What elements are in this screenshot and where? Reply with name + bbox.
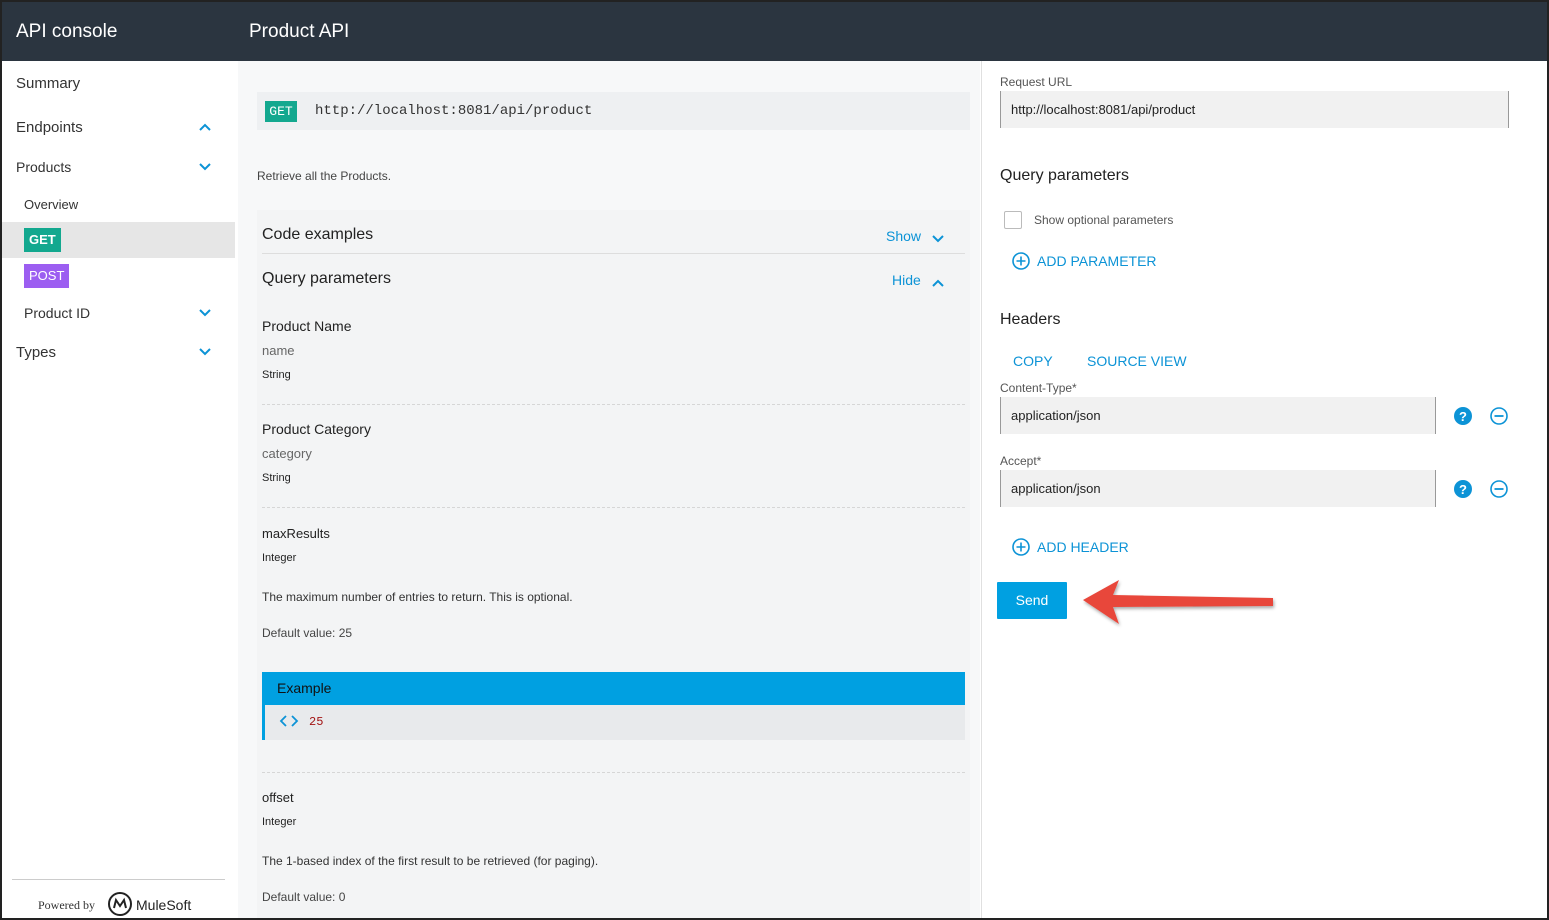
svg-text:?: ? — [1459, 482, 1467, 497]
param-type: Integer — [262, 552, 297, 564]
content-type-input[interactable]: application/json — [1000, 397, 1436, 434]
sidebar-item-label: Types — [16, 343, 57, 361]
method-badge: GET — [265, 101, 297, 122]
code-examples-header[interactable]: Code examples Show — [262, 210, 965, 254]
example-box: Example 25 — [262, 672, 965, 740]
param-type: String — [262, 472, 291, 484]
chevron-up-icon[interactable] — [932, 275, 944, 287]
remove-header-icon[interactable] — [1489, 479, 1509, 499]
sidebar-item-get[interactable]: GET — [2, 222, 235, 258]
get-method-badge: GET — [24, 228, 61, 252]
endpoint-description: Retrieve all the Products. — [257, 169, 392, 183]
sidebar-item-label: Summary — [16, 74, 81, 92]
sidebar-item-types[interactable]: Types — [2, 334, 235, 370]
divider — [262, 507, 965, 508]
sidebar-item-label: Endpoints — [16, 118, 83, 136]
details-panel: Code examples Show Query parameters Hide… — [257, 210, 970, 918]
example-code: 25 — [279, 714, 323, 730]
sidebar-item-post[interactable]: POST — [2, 258, 235, 294]
sidebar-item-product-id[interactable]: Product ID — [2, 295, 235, 331]
endpoint-url-box: GET http://localhost:8081/api/product — [257, 92, 970, 130]
query-parameters-title: Query parameters — [262, 270, 391, 287]
powered-by-label: Powered by — [38, 898, 95, 912]
source-view-button[interactable]: SOURCE VIEW — [1087, 353, 1187, 369]
help-icon[interactable]: ? — [1453, 406, 1473, 426]
param-default: Default value: 0 — [262, 890, 346, 904]
copy-button[interactable]: COPY — [1013, 353, 1053, 369]
param-name: maxResults — [262, 526, 330, 541]
header-name-label: Accept* — [1000, 454, 1042, 468]
sidebar-item-endpoints[interactable]: Endpoints — [2, 109, 235, 145]
param-default: Default value: 25 — [262, 626, 353, 640]
param-name: Product Category — [262, 421, 371, 437]
show-toggle[interactable]: Show — [886, 228, 921, 244]
param-description: The 1-based index of the first result to… — [262, 854, 599, 868]
hide-toggle[interactable]: Hide — [892, 272, 921, 288]
post-method-badge: POST — [24, 264, 70, 288]
help-icon[interactable]: ? — [1453, 479, 1473, 499]
svg-text:?: ? — [1459, 409, 1467, 424]
add-header-label: ADD HEADER — [1037, 539, 1129, 555]
mulesoft-logo-icon — [108, 892, 132, 916]
sidebar-item-label: Product ID — [24, 305, 91, 321]
powered-by-footer: Powered by MuleSoft — [12, 879, 225, 919]
top-bar: API console Product API — [2, 2, 1547, 61]
add-parameter-button[interactable]: ADD PARAMETER — [1011, 251, 1157, 271]
example-title: Example — [265, 672, 965, 705]
mulesoft-brand: MuleSoft — [136, 897, 192, 913]
chevron-down-icon[interactable] — [199, 347, 211, 357]
divider — [262, 404, 965, 405]
sidebar-item-products[interactable]: Products — [2, 149, 235, 185]
headers-title: Headers — [1000, 311, 1061, 328]
request-panel: Request URL http://localhost:8081/api/pr… — [981, 61, 1547, 918]
add-circle-icon — [1012, 538, 1030, 556]
query-parameters-header[interactable]: Query parameters Hide — [262, 254, 965, 298]
show-optional-checkbox[interactable] — [1004, 211, 1022, 229]
request-url-input[interactable]: http://localhost:8081/api/product — [1000, 91, 1509, 128]
add-header-button[interactable]: ADD HEADER — [1011, 537, 1129, 557]
code-icon — [279, 714, 299, 730]
annotation-arrow-icon — [1083, 580, 1273, 624]
accept-input[interactable]: application/json — [1000, 470, 1436, 507]
param-name: Product Name — [262, 318, 352, 334]
divider — [262, 772, 965, 773]
chevron-up-icon[interactable] — [199, 122, 211, 132]
param-name: offset — [262, 790, 294, 805]
endpoint-url: http://localhost:8081/api/product — [315, 103, 593, 119]
chevron-down-icon[interactable] — [199, 308, 211, 318]
documentation-panel: GET http://localhost:8081/api/product Re… — [238, 61, 980, 918]
header-name-label: Content-Type* — [1000, 381, 1077, 395]
add-circle-icon — [1012, 252, 1030, 270]
example-value: 25 — [309, 715, 324, 729]
show-optional-label: Show optional parameters — [1034, 213, 1174, 227]
param-key: name — [262, 343, 295, 358]
chevron-down-icon[interactable] — [199, 162, 211, 172]
param-type: Integer — [262, 816, 297, 828]
param-type: String — [262, 369, 291, 381]
sidebar-item-summary[interactable]: Summary — [2, 65, 235, 101]
param-description: The maximum number of entries to return.… — [262, 590, 573, 604]
sidebar-item-overview[interactable]: Overview — [2, 186, 235, 222]
sidebar-item-label: Overview — [24, 196, 79, 212]
app-title: API console — [16, 21, 118, 42]
add-parameter-label: ADD PARAMETER — [1037, 253, 1157, 269]
remove-header-icon[interactable] — [1489, 406, 1509, 426]
code-examples-title: Code examples — [262, 226, 374, 243]
send-button[interactable]: Send — [997, 582, 1067, 619]
chevron-down-icon[interactable] — [932, 231, 944, 243]
request-url-value: http://localhost:8081/api/product — [1011, 102, 1196, 117]
sidebar: Summary Endpoints Products Overview GET … — [2, 61, 235, 918]
sidebar-item-label: Products — [16, 159, 72, 175]
request-url-label: Request URL — [1000, 75, 1073, 89]
header-value: application/json — [1011, 481, 1101, 496]
api-title: Product API — [249, 21, 350, 42]
header-value: application/json — [1011, 408, 1101, 423]
query-parameters-title: Query parameters — [1000, 167, 1129, 184]
param-key: category — [262, 446, 312, 461]
